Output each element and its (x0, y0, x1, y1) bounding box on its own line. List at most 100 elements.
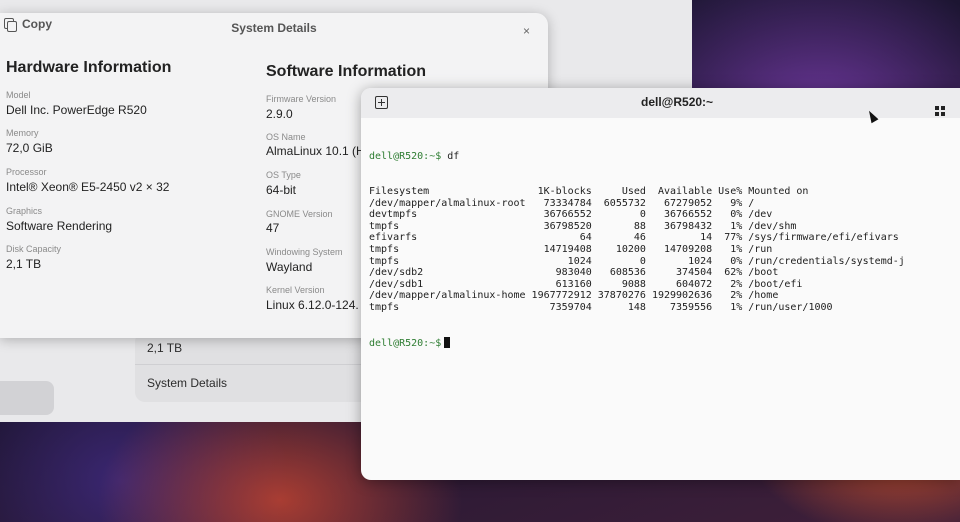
df-cell: 613160 (555, 278, 592, 290)
os-type-value: 64-bit (266, 183, 297, 197)
memory-label: Memory (6, 128, 39, 138)
df-cell: 148 (627, 301, 646, 313)
df-cell: 46 (633, 232, 646, 244)
df-cell: 9088 (621, 278, 646, 290)
df-cell: 2% (730, 290, 743, 302)
disk-capacity-label: Disk Capacity (6, 244, 62, 254)
disk-capacity-value: 2,1 TB (6, 257, 42, 271)
df-row: devtmpfs 36766552 0 36766552 0% /dev (369, 209, 911, 221)
df-cell: 37870276 (597, 290, 646, 302)
df-row: efivarfs 64 46 14 77% /sys/firmware/efi/efiva… (369, 232, 911, 244)
df-cell: tmpfs (369, 301, 400, 313)
df-cell: 1% (730, 220, 743, 232)
df-cell: 983040 (555, 267, 592, 279)
df-row: tmpfs 14719408 10200 14709208 1% /run (369, 244, 911, 256)
terminal-output[interactable]: dell@R520:~$ df Filesystem 1K-blocks Used A… (369, 128, 960, 372)
menu-icon[interactable] (935, 106, 946, 117)
graphics-value: Software Rendering (6, 219, 113, 233)
df-cell: 374504 (676, 267, 713, 279)
df-cell: /dev/sdb2 (369, 267, 424, 279)
df-cell: 608536 (609, 267, 646, 279)
system-details-row[interactable]: System Details (147, 376, 227, 390)
df-cell: 36798432 (663, 220, 713, 232)
df-cell: 73334784 (543, 197, 592, 209)
processor-value: Intel® Xeon® E5-2450 v2 × 32 (6, 180, 170, 194)
text-cursor (444, 336, 451, 348)
df-cell: 36766552 (663, 209, 713, 221)
df-cell: 1024 (688, 255, 713, 267)
df-row: /dev/sdb1 613160 9088 604072 2% /boot/efi (369, 279, 911, 291)
df-cell: /dev/mapper/almalinux-root (369, 197, 526, 209)
gnome-version-label: GNOME Version (266, 209, 333, 219)
firmware-version-value: 2.9.0 (266, 107, 293, 121)
df-row: /dev/mapper/almalinux-home 1967772912 3787… (369, 290, 911, 302)
df-header-row: Filesystem 1K-blocks Used Available Use% Moun… (369, 186, 911, 198)
df-cell: 14709208 (663, 243, 713, 255)
df-row: tmpfs 36798520 88 36798432 1% /dev/shm (369, 221, 911, 233)
df-row: tmpfs 7359704 148 7359556 1% /run/user/1000 (369, 302, 911, 314)
df-cell: 7359556 (670, 301, 713, 313)
df-row: /dev/mapper/almalinux-root 73334784 605573… (369, 198, 911, 210)
graphics-label: Graphics (6, 206, 43, 216)
df-cell: /dev/mapper/almalinux-home (369, 290, 526, 302)
df-cell: 604072 (676, 278, 713, 290)
df-header-cell: Mounted on (748, 185, 809, 197)
df-cell: 77% (724, 232, 743, 244)
df-header-cell: Filesystem (369, 185, 430, 197)
df-cell: 14 (700, 232, 713, 244)
df-cell: 0% (730, 255, 743, 267)
df-cell: 2% (730, 278, 743, 290)
terminal-title: dell@R520:~ (641, 95, 714, 109)
df-cell: 36766552 (543, 209, 592, 221)
df-cell: 67279052 (663, 197, 713, 209)
df-cell: 0 (639, 255, 646, 267)
df-cell: 1024 (567, 255, 592, 267)
df-cell: 1% (730, 243, 743, 255)
memory-value: 72,0 GiB (6, 141, 53, 155)
gnome-version-value: 47 (266, 221, 280, 235)
df-cell: tmpfs (369, 220, 400, 232)
df-cell: /boot/efi (748, 278, 803, 290)
df-cell: /sys/firmware/efi/efivars (748, 232, 899, 244)
sidebar-button[interactable] (0, 381, 54, 415)
shell-prompt: dell@R520:~$ (369, 151, 442, 163)
df-cell: 0% (730, 209, 743, 221)
df-cell: /dev/sdb1 (369, 278, 424, 290)
disk-capacity-row-value: 2,1 TB (147, 341, 183, 355)
df-cell: 9% (730, 197, 743, 209)
windowing-system-label: Windowing System (266, 247, 343, 257)
terminal-headerbar[interactable]: dell@R520:~ (361, 88, 960, 124)
df-cell: tmpfs (369, 255, 400, 267)
windowing-system-value: Wayland (266, 260, 313, 274)
df-header-cell: Available (657, 185, 713, 197)
kernel-version-value: Linux 6.12.0-124. (266, 298, 359, 312)
df-cell: /dev (748, 209, 773, 221)
processor-label: Processor (6, 167, 47, 177)
df-cell: /home (748, 290, 779, 302)
df-header-cell: Use% (718, 185, 743, 197)
os-name-label: OS Name (266, 132, 306, 142)
close-icon[interactable]: × (523, 24, 530, 38)
df-cell: 1929902636 (651, 290, 713, 302)
df-row: /dev/sdb2 983040 608536 374504 62% /boot (369, 267, 911, 279)
df-cell: efivarfs (369, 232, 418, 244)
model-value: Dell Inc. PowerEdge R520 (6, 103, 147, 117)
df-cell: 64 (579, 232, 592, 244)
df-cell: 1% (730, 301, 743, 313)
df-cell: 14719408 (543, 243, 592, 255)
df-cell: 62% (724, 267, 743, 279)
df-cell: 88 (633, 220, 646, 232)
terminal-window[interactable]: dell@R520:~ dell@R520:~$ df Filesystem 1K… (361, 88, 960, 480)
df-header-cell: Used (621, 185, 646, 197)
df-cell: /run/credentials/systemd-j (748, 255, 905, 267)
new-tab-icon[interactable] (375, 96, 388, 109)
command-text: df (441, 151, 460, 163)
df-header-cell: 1K-blocks (537, 185, 592, 197)
df-row: tmpfs 1024 0 1024 0% /run/credentials/systemd… (369, 256, 911, 268)
df-cell: 0 (639, 209, 646, 221)
df-cell: / (748, 197, 755, 209)
model-label: Model (6, 90, 31, 100)
df-cell: /boot (748, 267, 779, 279)
software-info-title: Software Information (266, 63, 427, 80)
dialog-title: System Details (231, 21, 317, 35)
